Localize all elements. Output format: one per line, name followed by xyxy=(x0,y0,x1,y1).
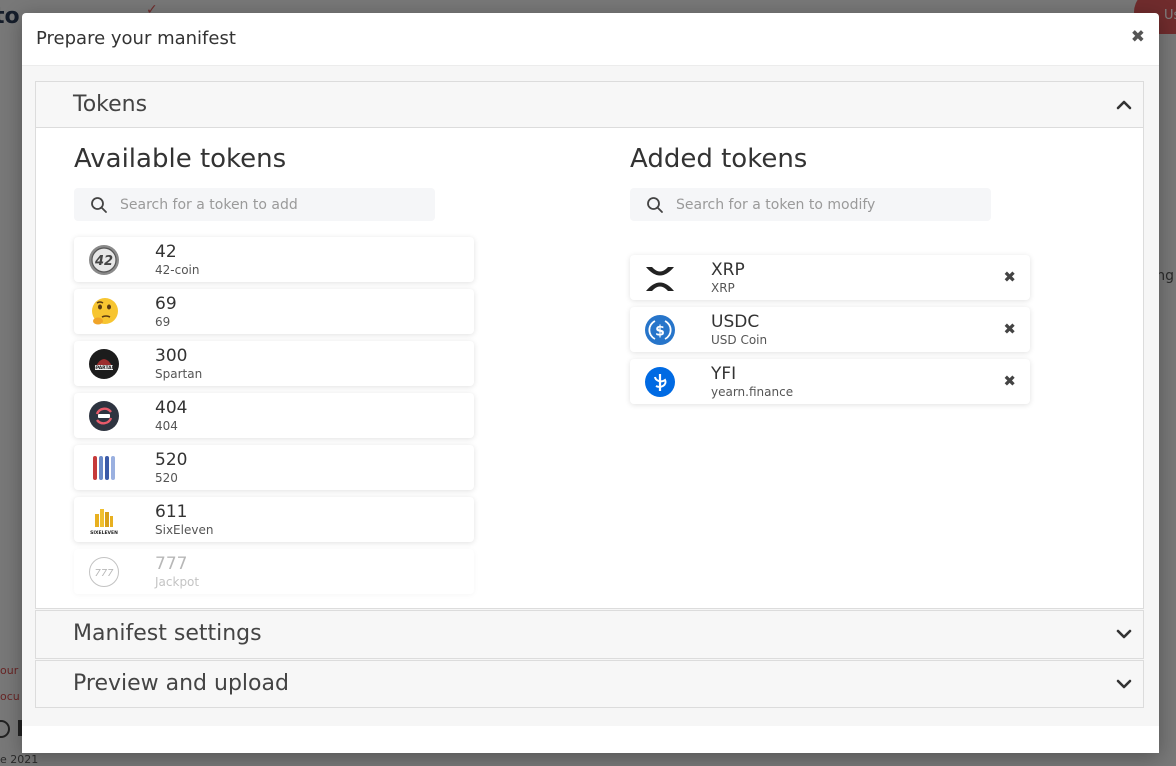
available-token-item[interactable]: 520 520 xyxy=(74,445,474,490)
remove-token-icon[interactable]: ✖ xyxy=(1003,320,1016,338)
svg-text:42: 42 xyxy=(94,254,113,269)
token-symbol: 777 xyxy=(155,554,188,574)
tokens-section-header[interactable]: Tokens xyxy=(36,82,1143,128)
token-symbol: XRP xyxy=(711,260,745,280)
chevron-down-icon[interactable] xyxy=(1115,625,1133,643)
preview-upload-header[interactable]: Preview and upload xyxy=(36,661,1143,707)
preview-upload-title: Preview and upload xyxy=(73,671,289,696)
available-token-item[interactable]: 777 777 Jackpot xyxy=(74,549,474,594)
token-name: 42-coin xyxy=(155,263,200,277)
search-icon xyxy=(647,197,663,213)
yfi-logo-icon xyxy=(645,367,675,397)
manifest-settings-title: Manifest settings xyxy=(73,621,262,646)
remove-token-icon[interactable]: ✖ xyxy=(1003,268,1016,286)
token-symbol: 69 xyxy=(155,294,177,314)
modal-header: Prepare your manifest ✖ xyxy=(22,13,1159,66)
close-icon[interactable]: ✖ xyxy=(1131,27,1145,47)
tokens-section: Tokens Available tokens Search for a tok… xyxy=(35,81,1144,609)
available-token-item[interactable]: SPARTAN 300 Spartan xyxy=(74,341,474,386)
available-tokens-title: Available tokens xyxy=(74,144,287,174)
added-token-item[interactable]: $ USDC USD Coin ✖ xyxy=(630,307,1030,352)
token-symbol: 300 xyxy=(155,346,188,366)
added-token-item[interactable]: YFI yearn.finance ✖ xyxy=(630,359,1030,404)
token-symbol: 42 xyxy=(155,242,177,262)
chevron-down-icon[interactable] xyxy=(1115,675,1133,693)
manifest-modal: Prepare your manifest ✖ Tokens Available… xyxy=(22,13,1159,753)
token-name: XRP xyxy=(711,281,735,295)
token-symbol: 520 xyxy=(155,450,188,470)
available-search-box[interactable] xyxy=(74,188,435,221)
token-symbol: USDC xyxy=(711,312,760,332)
token-name: 520 xyxy=(155,471,178,485)
modal-footer xyxy=(22,726,1159,753)
svg-text:777: 777 xyxy=(94,568,114,579)
manifest-settings-header[interactable]: Manifest settings xyxy=(36,611,1143,658)
modal-title: Prepare your manifest xyxy=(36,28,236,49)
token-symbol: YFI xyxy=(711,364,737,384)
520-logo-icon xyxy=(91,455,117,481)
token-name: 404 xyxy=(155,419,178,433)
available-token-item[interactable]: 69 69 xyxy=(74,289,474,334)
token-name: yearn.finance xyxy=(711,385,794,399)
modal-body: Tokens Available tokens Search for a tok… xyxy=(22,66,1159,726)
token-name: Spartan xyxy=(155,367,203,381)
added-token-item[interactable]: XRP XRP ✖ xyxy=(630,255,1030,300)
token-name: Jackpot xyxy=(155,575,200,589)
added-search-box[interactable] xyxy=(630,188,991,221)
token-name: USD Coin xyxy=(711,333,768,347)
sixeleven-logo-icon: SIXELEVEN xyxy=(90,509,118,536)
token-name: 69 xyxy=(155,315,171,329)
preview-upload-section[interactable]: Preview and upload xyxy=(35,660,1144,708)
token-name: SixEleven xyxy=(155,523,214,537)
svg-text:$: $ xyxy=(655,324,665,340)
usdc-logo-icon: $ xyxy=(645,315,675,345)
search-icon xyxy=(91,197,107,213)
available-token-item[interactable]: 404 404 xyxy=(74,393,474,438)
token-symbol: 404 xyxy=(155,398,188,418)
404-logo-icon xyxy=(89,401,119,431)
svg-text:SPARTAN: SPARTAN xyxy=(93,365,116,371)
tokens-section-title: Tokens xyxy=(73,92,148,117)
thinking-face-icon xyxy=(92,298,118,325)
remove-token-icon[interactable]: ✖ xyxy=(1003,372,1016,390)
added-tokens-title: Added tokens xyxy=(630,144,808,174)
manifest-settings-section[interactable]: Manifest settings xyxy=(35,610,1144,659)
xrp-logo-icon xyxy=(646,267,674,291)
available-token-item[interactable]: SIXELEVEN 611 SixEleven xyxy=(74,497,474,542)
available-token-item[interactable]: 42 42 42-coin xyxy=(74,237,474,282)
token-symbol: 611 xyxy=(155,502,188,522)
added-search-input[interactable] xyxy=(676,188,976,221)
jackpot-logo-icon: 777 xyxy=(89,557,119,587)
svg-text:SIXELEVEN: SIXELEVEN xyxy=(90,530,118,536)
available-search-input[interactable] xyxy=(120,188,420,221)
42-coin-logo-icon: 42 xyxy=(89,245,119,275)
spartan-logo-icon: SPARTAN xyxy=(89,349,119,379)
chevron-up-icon[interactable] xyxy=(1115,96,1133,114)
